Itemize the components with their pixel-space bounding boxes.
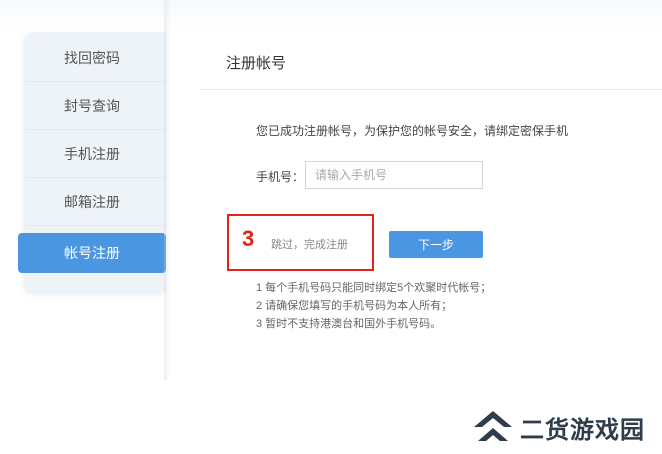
tip-item: 3 暂时不支持港澳台和国外手机号码。 (256, 318, 442, 330)
sidebar-item-account-register[interactable]: 帐号注册 (18, 233, 166, 273)
sidebar-item-recover-password[interactable]: 找回密码 (26, 34, 166, 82)
phone-input[interactable] (305, 161, 483, 189)
top-background-band (0, 0, 662, 30)
tip-item: 1 每个手机号码只能同时绑定5个欢聚时代帐号； (256, 282, 492, 294)
main-panel-edge (164, 0, 170, 380)
sidebar: 找回密码 封号查询 手机注册 邮箱注册 帐号注册 (18, 32, 166, 292)
next-step-button[interactable]: 下一步 (389, 231, 483, 258)
phone-label: 手机号： (256, 170, 305, 184)
page-title: 注册帐号 (226, 55, 287, 72)
double-chevron-up-icon (474, 411, 512, 441)
step-number: 3 (242, 226, 255, 251)
bind-phone-notice: 您已成功注册帐号，为保护您的帐号安全，请绑定密保手机 (256, 124, 569, 138)
sidebar-item-email-register[interactable]: 邮箱注册 (26, 178, 166, 226)
tip-item: 2 请确保您填写的手机号码为本人所有； (256, 300, 453, 312)
sidebar-item-phone-register[interactable]: 手机注册 (26, 130, 166, 178)
title-divider (200, 89, 662, 90)
skip-finish-register-link[interactable]: 跳过，完成注册 (271, 236, 348, 252)
sidebar-item-ban-query[interactable]: 封号查询 (26, 82, 166, 130)
tips-list: 1 每个手机号码只能同时绑定5个欢聚时代帐号； 2 请确保您填写的手机号码为本人… (256, 279, 491, 333)
watermark-text: 二货游戏园 (520, 417, 645, 444)
